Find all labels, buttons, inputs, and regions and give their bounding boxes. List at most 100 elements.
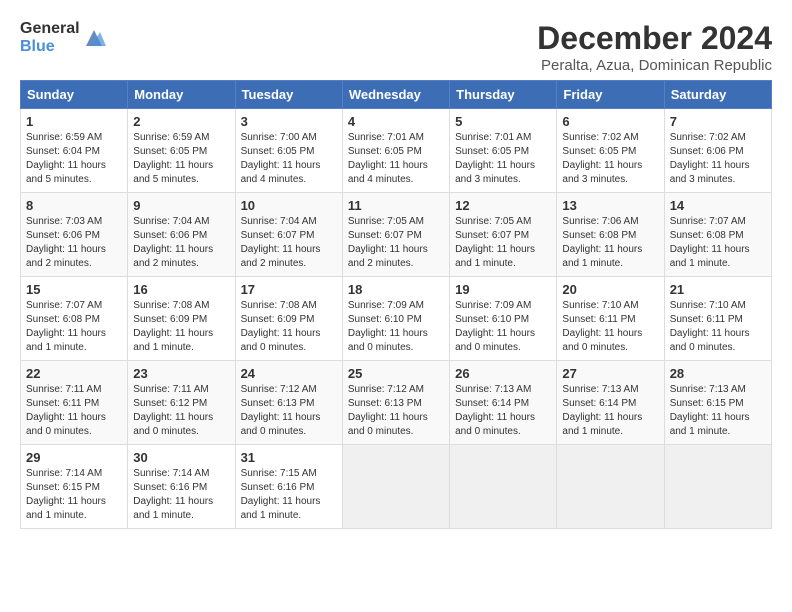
- day-info: Sunrise: 7:03 AMSunset: 6:06 PMDaylight:…: [26, 215, 122, 271]
- day-info: Sunrise: 7:08 AMSunset: 6:09 PMDaylight:…: [241, 299, 337, 355]
- day-info: Sunrise: 7:07 AMSunset: 6:08 PMDaylight:…: [26, 299, 122, 355]
- day-info: Sunrise: 7:04 AMSunset: 6:07 PMDaylight:…: [241, 215, 337, 271]
- page-container: General Blue December 2024 Peralta, Azua…: [20, 20, 772, 529]
- calendar-cell: 12 Sunrise: 7:05 AMSunset: 6:07 PMDayligh…: [450, 193, 557, 277]
- day-info: Sunrise: 7:13 AMSunset: 6:14 PMDaylight:…: [562, 383, 658, 439]
- day-number: 5: [455, 114, 551, 129]
- day-info: Sunrise: 7:04 AMSunset: 6:06 PMDaylight:…: [133, 215, 229, 271]
- calendar-cell: 30Sunrise: 7:14 AMSunset: 6:16 PMDayligh…: [128, 445, 235, 529]
- day-number: 18: [348, 282, 444, 297]
- day-number: 31: [241, 450, 337, 465]
- day-info: Sunrise: 7:05 AMSunset: 6:07 PMDaylight:…: [455, 215, 551, 271]
- day-info: Sunrise: 7:14 AMSunset: 6:15 PMDaylight:…: [26, 467, 122, 523]
- day-number: 30: [133, 450, 229, 465]
- logo-text: General Blue: [20, 20, 80, 56]
- day-number: 14: [670, 198, 766, 213]
- calendar-cell: 9Sunrise: 7:04 AMSunset: 6:06 PMDaylight…: [128, 193, 235, 277]
- day-info: Sunrise: 7:09 AMSunset: 6:10 PMDaylight:…: [348, 299, 444, 355]
- calendar-cell: 29 Sunrise: 7:14 AMSunset: 6:15 PMDayligh…: [21, 445, 128, 529]
- calendar-table: Sunday Monday Tuesday Wednesday Thursday…: [20, 80, 772, 529]
- calendar-cell: [342, 445, 449, 529]
- location-title: Peralta, Azua, Dominican Republic: [537, 57, 772, 74]
- day-number: 21: [670, 282, 766, 297]
- calendar-cell: 23 Sunrise: 7:11 AMSunset: 6:12 PMDayligh…: [128, 361, 235, 445]
- calendar-week-row: 22Sunrise: 7:11 AMSunset: 6:11 PMDayligh…: [21, 361, 772, 445]
- day-info: Sunrise: 6:59 AMSunset: 6:05 PMDaylight:…: [133, 131, 229, 187]
- day-number: 25: [348, 366, 444, 381]
- header-wednesday: Wednesday: [342, 81, 449, 109]
- logo: General Blue: [20, 20, 106, 56]
- calendar-cell: 19 Sunrise: 7:09 AMSunset: 6:10 PMDayligh…: [450, 277, 557, 361]
- logo-general: General: [20, 20, 80, 37]
- calendar-cell: 1 Sunrise: 6:59 AMSunset: 6:04 PMDaylight…: [21, 109, 128, 193]
- day-info: Sunrise: 7:13 AMSunset: 6:15 PMDaylight:…: [670, 383, 766, 439]
- calendar-cell: [557, 445, 664, 529]
- calendar-cell: 18 Sunrise: 7:09 AMSunset: 6:10 PMDayligh…: [342, 277, 449, 361]
- day-number: 29: [26, 450, 122, 465]
- calendar-cell: 3 Sunrise: 7:00 AMSunset: 6:05 PMDaylight…: [235, 109, 342, 193]
- calendar-cell: 14Sunrise: 7:07 AMSunset: 6:08 PMDayligh…: [664, 193, 771, 277]
- day-number: 20: [562, 282, 658, 297]
- day-number: 3: [241, 114, 337, 129]
- header-sunday: Sunday: [21, 81, 128, 109]
- day-number: 15: [26, 282, 122, 297]
- day-info: Sunrise: 7:05 AMSunset: 6:07 PMDaylight:…: [348, 215, 444, 271]
- calendar-week-row: 29 Sunrise: 7:14 AMSunset: 6:15 PMDayligh…: [21, 445, 772, 529]
- day-number: 1: [26, 114, 122, 129]
- calendar-cell: 17 Sunrise: 7:08 AMSunset: 6:09 PMDayligh…: [235, 277, 342, 361]
- day-info: Sunrise: 7:01 AMSunset: 6:05 PMDaylight:…: [455, 131, 551, 187]
- day-number: 10: [241, 198, 337, 213]
- day-info: Sunrise: 7:08 AMSunset: 6:09 PMDaylight:…: [133, 299, 229, 355]
- day-info: Sunrise: 7:09 AMSunset: 6:10 PMDaylight:…: [455, 299, 551, 355]
- day-info: Sunrise: 7:11 AMSunset: 6:11 PMDaylight:…: [26, 383, 122, 439]
- day-info: Sunrise: 7:01 AMSunset: 6:05 PMDaylight:…: [348, 131, 444, 187]
- calendar-week-row: 15 Sunrise: 7:07 AMSunset: 6:08 PMDayligh…: [21, 277, 772, 361]
- calendar-cell: 13 Sunrise: 7:06 AMSunset: 6:08 PMDayligh…: [557, 193, 664, 277]
- day-info: Sunrise: 7:06 AMSunset: 6:08 PMDaylight:…: [562, 215, 658, 271]
- day-number: 4: [348, 114, 444, 129]
- calendar-cell: 2 Sunrise: 6:59 AMSunset: 6:05 PMDaylight…: [128, 109, 235, 193]
- day-number: 8: [26, 198, 122, 213]
- header-monday: Monday: [128, 81, 235, 109]
- day-number: 17: [241, 282, 337, 297]
- calendar-week-row: 8 Sunrise: 7:03 AMSunset: 6:06 PMDaylight…: [21, 193, 772, 277]
- day-info: Sunrise: 7:00 AMSunset: 6:05 PMDaylight:…: [241, 131, 337, 187]
- day-number: 12: [455, 198, 551, 213]
- day-number: 19: [455, 282, 551, 297]
- day-number: 2: [133, 114, 229, 129]
- day-number: 26: [455, 366, 551, 381]
- header-saturday: Saturday: [664, 81, 771, 109]
- day-number: 27: [562, 366, 658, 381]
- day-info: Sunrise: 7:02 AMSunset: 6:06 PMDaylight:…: [670, 131, 766, 187]
- calendar-cell: 26Sunrise: 7:13 AMSunset: 6:14 PMDayligh…: [450, 361, 557, 445]
- header-friday: Friday: [557, 81, 664, 109]
- day-number: 6: [562, 114, 658, 129]
- calendar-cell: [664, 445, 771, 529]
- day-number: 13: [562, 198, 658, 213]
- header-thursday: Thursday: [450, 81, 557, 109]
- day-number: 16: [133, 282, 229, 297]
- calendar-week-row: 1 Sunrise: 6:59 AMSunset: 6:04 PMDaylight…: [21, 109, 772, 193]
- calendar-cell: 21Sunrise: 7:10 AMSunset: 6:11 PMDayligh…: [664, 277, 771, 361]
- day-info: Sunrise: 7:11 AMSunset: 6:12 PMDaylight:…: [133, 383, 229, 439]
- day-info: Sunrise: 6:59 AMSunset: 6:04 PMDaylight:…: [26, 131, 122, 187]
- calendar-cell: 31 Sunrise: 7:15 AMSunset: 6:16 PMDayligh…: [235, 445, 342, 529]
- calendar-cell: 7 Sunrise: 7:02 AMSunset: 6:06 PMDaylight…: [664, 109, 771, 193]
- calendar-cell: 4 Sunrise: 7:01 AMSunset: 6:05 PMDaylight…: [342, 109, 449, 193]
- day-number: 7: [670, 114, 766, 129]
- title-section: December 2024 Peralta, Azua, Dominican R…: [537, 20, 772, 74]
- weekday-header-row: Sunday Monday Tuesday Wednesday Thursday…: [21, 81, 772, 109]
- calendar-cell: [450, 445, 557, 529]
- logo-icon: [82, 28, 106, 48]
- day-number: 23: [133, 366, 229, 381]
- calendar-cell: 20Sunrise: 7:10 AMSunset: 6:11 PMDayligh…: [557, 277, 664, 361]
- day-info: Sunrise: 7:12 AMSunset: 6:13 PMDaylight:…: [241, 383, 337, 439]
- day-info: Sunrise: 7:02 AMSunset: 6:05 PMDaylight:…: [562, 131, 658, 187]
- day-info: Sunrise: 7:15 AMSunset: 6:16 PMDaylight:…: [241, 467, 337, 523]
- day-info: Sunrise: 7:12 AMSunset: 6:13 PMDaylight:…: [348, 383, 444, 439]
- calendar-cell: 5 Sunrise: 7:01 AMSunset: 6:05 PMDaylight…: [450, 109, 557, 193]
- calendar-cell: 6 Sunrise: 7:02 AMSunset: 6:05 PMDaylight…: [557, 109, 664, 193]
- logo-blue: Blue: [20, 38, 55, 55]
- calendar-cell: 11Sunrise: 7:05 AMSunset: 6:07 PMDayligh…: [342, 193, 449, 277]
- calendar-cell: 24Sunrise: 7:12 AMSunset: 6:13 PMDayligh…: [235, 361, 342, 445]
